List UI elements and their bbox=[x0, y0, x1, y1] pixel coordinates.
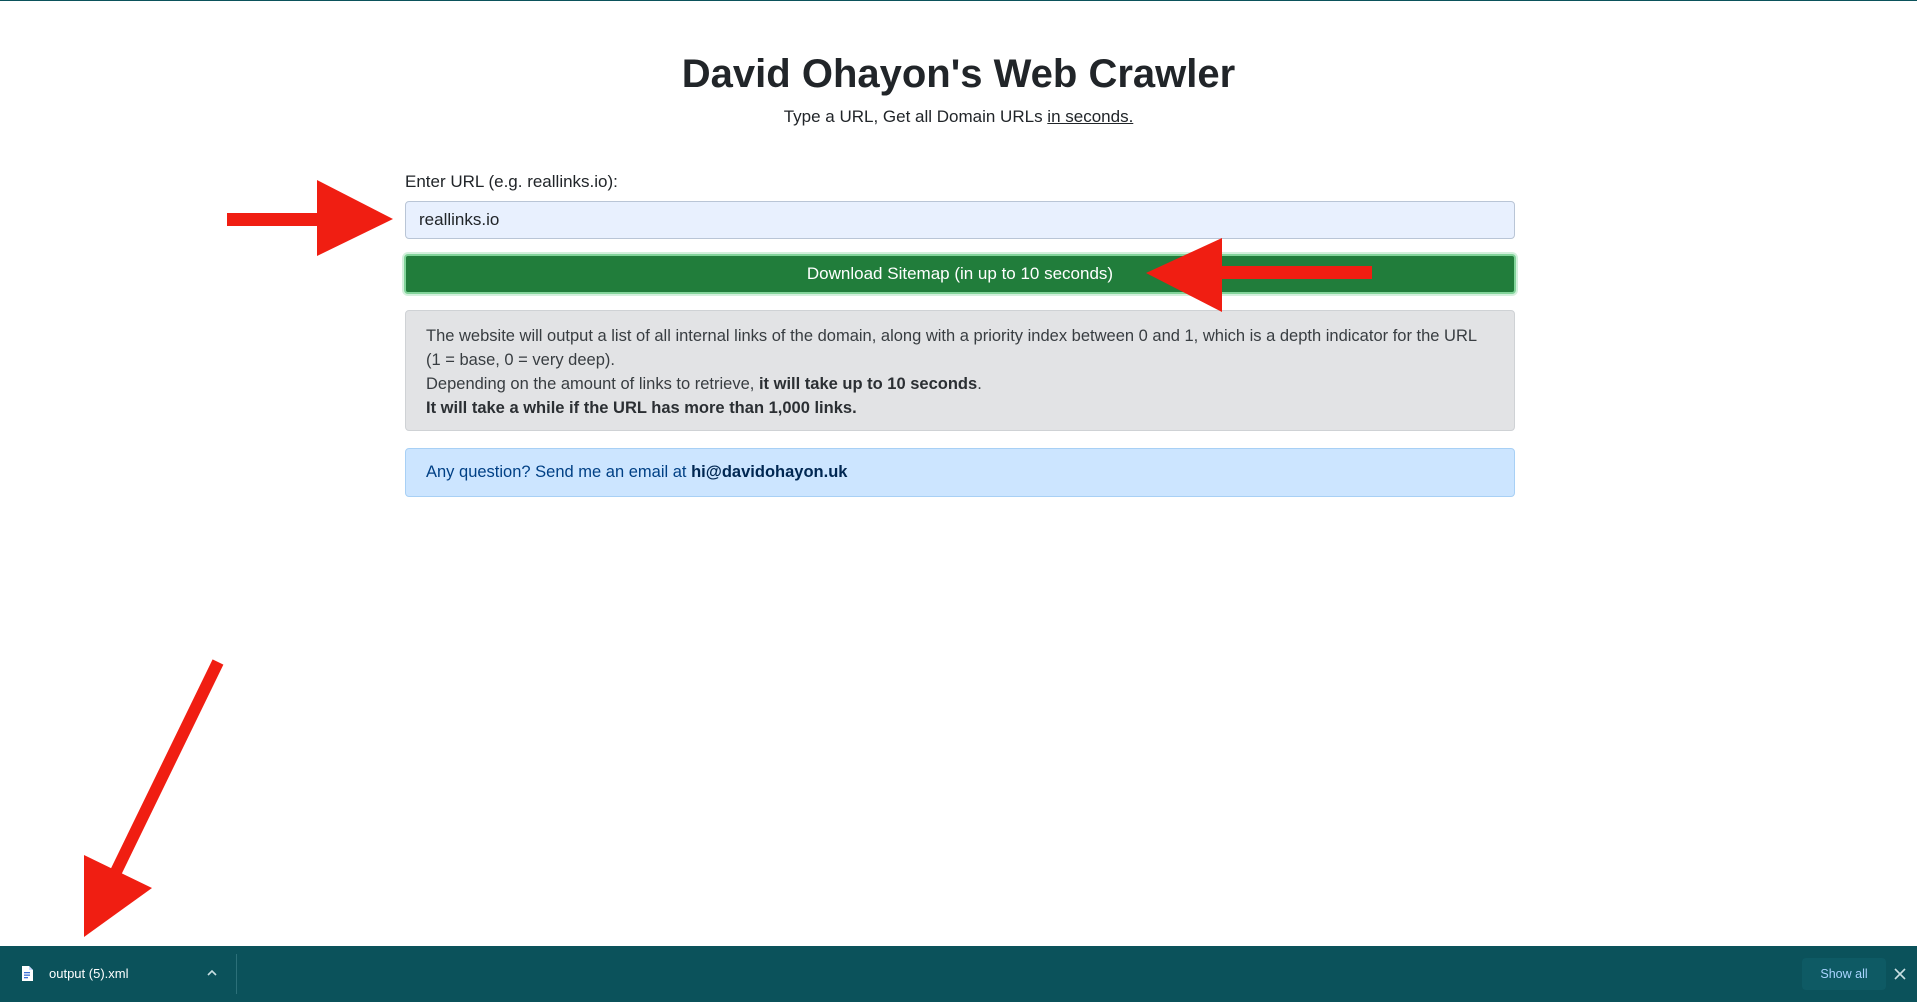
downloaded-file-item[interactable]: output (5).xml bbox=[0, 946, 236, 1002]
info-line-3: It will take a while if the URL has more… bbox=[426, 396, 1494, 420]
downloaded-file-name: output (5).xml bbox=[49, 966, 129, 981]
close-icon[interactable] bbox=[1891, 965, 1909, 983]
info-line-3-bold: It will take a while if the URL has more… bbox=[426, 399, 857, 417]
annotation-arrow-input bbox=[227, 180, 393, 256]
chevron-up-icon[interactable] bbox=[204, 965, 220, 981]
page-title: David Ohayon's Web Crawler bbox=[681, 52, 1236, 96]
info-line-2-suffix: . bbox=[977, 375, 982, 393]
info-line-2-bold: it will take up to 10 seconds bbox=[758, 375, 978, 393]
annotation-arrow-download bbox=[84, 659, 224, 937]
top-border bbox=[0, 0, 1917, 1]
url-field-label: Enter URL (e.g. reallinks.io): bbox=[405, 172, 618, 191]
download-sitemap-button[interactable]: Download Sitemap (in up to 10 seconds) bbox=[404, 254, 1516, 294]
info-alert: The website will output a list of all in… bbox=[405, 310, 1515, 431]
info-line-2: Depending on the amount of links to retr… bbox=[426, 372, 1494, 396]
subtitle-underlined-text: in seconds. bbox=[1047, 107, 1134, 126]
info-line-1: The website will output a list of all in… bbox=[426, 327, 1477, 369]
contact-email: hi@davidohayon.uk bbox=[691, 463, 848, 481]
document-icon bbox=[22, 966, 33, 981]
download-bar-divider bbox=[236, 954, 237, 994]
page-subtitle: Type a URL, Get all Domain URLs in secon… bbox=[0, 105, 1917, 129]
annotation-arrows bbox=[84, 180, 1372, 937]
show-all-button[interactable]: Show all bbox=[1802, 958, 1886, 990]
subtitle-text: Type a URL, Get all Domain URLs bbox=[783, 107, 1048, 126]
url-input[interactable] bbox=[405, 201, 1515, 239]
info-line-2-text: Depending on the amount of links to retr… bbox=[426, 375, 759, 393]
downloads-bar: output (5).xml Show all bbox=[0, 946, 1917, 1002]
contact-alert: Any question? Send me an email at hi@dav… bbox=[405, 448, 1515, 497]
contact-text: Any question? Send me an email at bbox=[426, 463, 692, 481]
web-crawler-page: David Ohayon's Web Crawler Type a URL, G… bbox=[0, 0, 1917, 1002]
